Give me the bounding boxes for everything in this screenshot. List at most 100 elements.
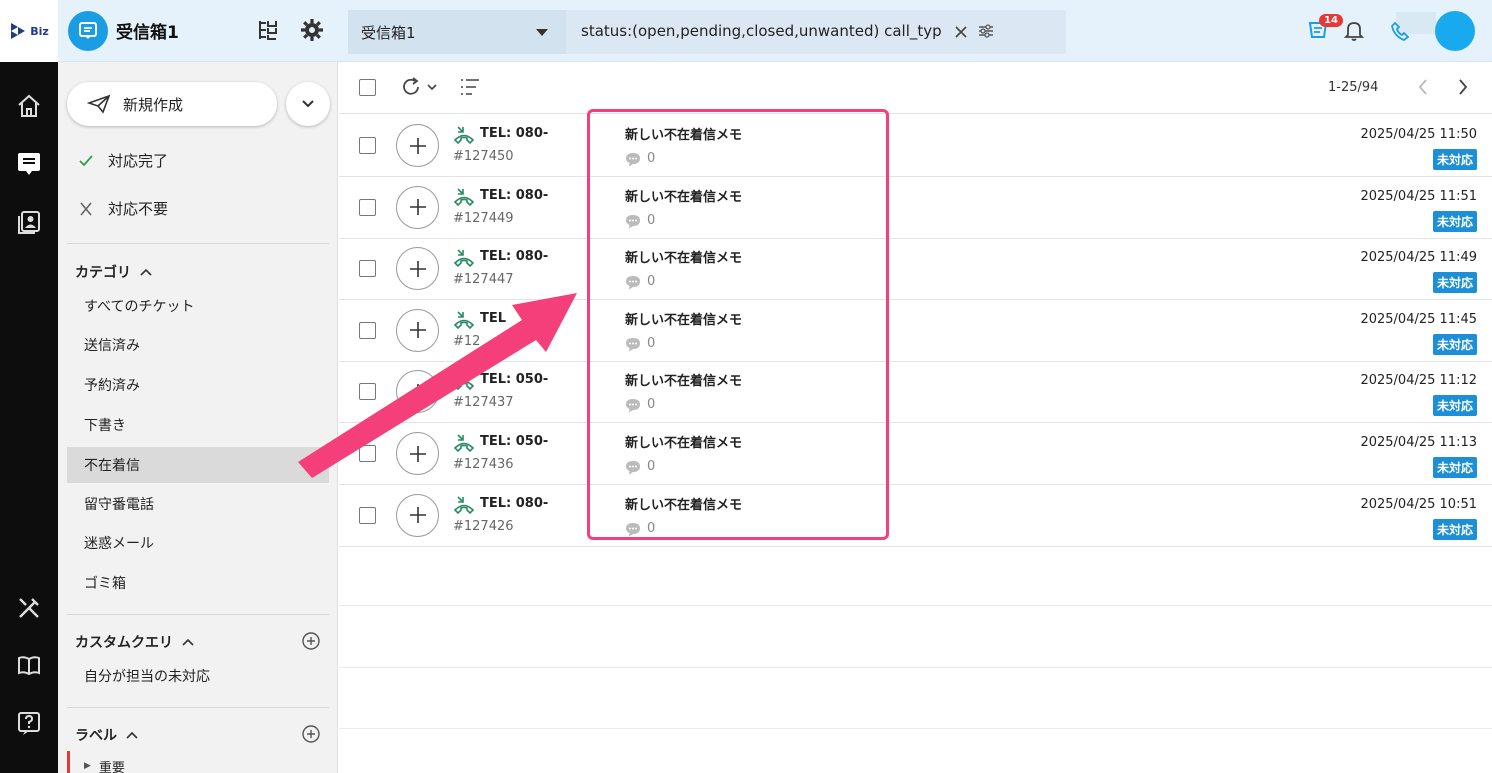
table-row[interactable]: TEL: 080- #127449 新しい不在着信メモ 0 2025/04/25 11:… <box>339 177 1492 239</box>
custom-query-section-toggle[interactable]: カスタムクエリ <box>75 632 195 652</box>
compose-label: 新規作成 <box>123 95 184 114</box>
assign-button[interactable] <box>396 124 439 167</box>
chevron-left-icon <box>1418 79 1427 95</box>
ticket-subject[interactable]: 新しい不在着信メモ <box>625 124 742 143</box>
inbox-select-value: 受信箱1 <box>361 23 416 42</box>
comment-icon <box>626 153 640 167</box>
prev-page-button[interactable] <box>1417 78 1429 100</box>
sidebar-item-trash[interactable]: ゴミ箱 <box>67 565 329 601</box>
ticket-subject[interactable]: 新しい不在着信メモ <box>625 186 742 205</box>
book-icon <box>18 656 40 676</box>
sidebar-item-resolved[interactable]: 対応完了 <box>78 150 168 171</box>
bell-icon <box>1343 22 1365 41</box>
sidebar-item-voicemail[interactable]: 留守番電話 <box>67 486 329 522</box>
plus-icon <box>409 199 426 216</box>
assign-button[interactable] <box>396 247 439 291</box>
missed-call-icon <box>453 434 475 453</box>
settings-button[interactable] <box>298 16 326 44</box>
table-row[interactable]: TEL: 080- #127450 新しい不在着信メモ 0 2025/04/25 11:… <box>339 115 1492 177</box>
sidebar-item-label: 予約済み <box>84 378 140 394</box>
row-checkbox[interactable] <box>359 137 376 154</box>
select-all-checkbox[interactable] <box>359 79 376 96</box>
ticket-subject[interactable]: 新しい不在着信メモ <box>625 494 742 513</box>
help-icon <box>18 712 40 735</box>
compose-button[interactable]: 新規作成 <box>67 82 277 126</box>
label-section-toggle[interactable]: ラベル <box>75 725 139 745</box>
inbox-icon <box>18 153 40 175</box>
ticket-subject[interactable]: 新しい不在着信メモ <box>625 247 742 266</box>
rail-help[interactable] <box>13 707 45 739</box>
ticket-subject[interactable]: 新しい不在着信メモ <box>625 432 742 451</box>
assign-button[interactable] <box>396 185 439 229</box>
search-filter-button[interactable] <box>978 23 994 43</box>
comment-count: 0 <box>647 151 656 166</box>
sort-button[interactable] <box>459 77 481 101</box>
org-chart-button[interactable] <box>254 16 282 44</box>
assign-button[interactable] <box>396 370 439 414</box>
ticket-date: 2025/04/25 11:12 <box>1360 373 1477 389</box>
plus-icon <box>409 445 426 462</box>
next-page-button[interactable] <box>1457 78 1469 100</box>
table-row[interactable]: TEL: 080- #127426 新しい不在着信メモ 0 2025/04/25 10:… <box>339 485 1492 547</box>
sidebar-item-my-unresolved[interactable]: 自分が担当の未対応 <box>67 658 329 694</box>
ticket-subject[interactable]: 新しい不在着信メモ <box>625 370 742 389</box>
status-badge: 未対応 <box>1432 457 1477 478</box>
sidebar-item-missed-calls[interactable]: 不在着信 <box>67 447 329 483</box>
sidebar-item-label: 迷惑メール <box>84 536 154 552</box>
tasks-button[interactable]: 14 <box>1307 14 1343 47</box>
row-checkbox[interactable] <box>359 198 376 216</box>
sidebar-item-unneeded[interactable]: 対応不要 <box>78 198 168 219</box>
row-divider <box>339 667 1492 668</box>
plus-icon <box>409 322 426 339</box>
brand-logo-text: Biz <box>30 24 49 38</box>
chevron-up-icon <box>140 268 152 276</box>
sidebar-item-scheduled[interactable]: 予約済み <box>67 367 329 403</box>
sidebar-divider <box>67 243 329 244</box>
phone-status-button[interactable] <box>1386 18 1414 46</box>
top-bar: 受信箱1 受信箱1 status:(open,pending,closed,un… <box>58 0 1492 62</box>
search-query-input[interactable]: status:(open,pending,closed,unwanted) ca… <box>581 22 941 40</box>
caret-right-icon: ▶ <box>84 761 91 771</box>
table-row[interactable]: TEL #12 新しい不在着信メモ 0 2025/04/25 11:45 未対応 <box>339 300 1492 362</box>
search-bar: 受信箱1 status:(open,pending,closed,unwante… <box>348 10 1066 54</box>
search-clear-button[interactable] <box>954 22 968 44</box>
home-icon <box>18 94 40 117</box>
add-custom-query-icon[interactable] <box>301 631 321 651</box>
rail-manual[interactable] <box>13 649 45 681</box>
assign-button[interactable] <box>396 432 439 475</box>
rail-tools[interactable] <box>13 592 45 624</box>
inbox-select[interactable]: 受信箱1 <box>348 10 566 54</box>
compose-more-button[interactable] <box>286 82 330 126</box>
tree-icon <box>259 21 277 40</box>
missed-call-icon <box>453 188 475 206</box>
sidebar-item-spam[interactable]: 迷惑メール <box>67 525 329 561</box>
assign-button[interactable] <box>396 308 439 352</box>
table-row[interactable]: TEL: 080- #127447 新しい不在着信メモ 0 2025/04/25 11:… <box>339 238 1492 301</box>
row-checkbox[interactable] <box>359 445 376 462</box>
notifications-button[interactable] <box>1340 16 1368 44</box>
assign-button[interactable] <box>396 493 439 537</box>
user-avatar[interactable] <box>1435 11 1475 51</box>
table-row[interactable]: TEL: 050- #127436 新しい不在着信メモ 0 2025/04/25 11:… <box>339 423 1492 485</box>
status-badge: 未対応 <box>1432 210 1477 232</box>
row-divider <box>339 728 1492 729</box>
ticket-caller: TEL: 050- <box>480 372 549 388</box>
sidebar-item-label: 下書き <box>84 418 126 434</box>
sidebar-item-all-tickets[interactable]: すべてのチケット <box>67 288 329 324</box>
sidebar-item-label-important[interactable]: ▶ 重要 <box>67 751 329 773</box>
add-label-icon[interactable] <box>301 724 321 744</box>
brand-logo[interactable]: Biz <box>0 0 58 62</box>
sidebar-item-drafts[interactable]: 下書き <box>67 407 329 443</box>
table-row[interactable]: TEL: 050- #127437 新しい不在着信メモ 0 2025/04/25 11:… <box>339 361 1492 424</box>
rail-inbox[interactable] <box>13 147 45 179</box>
refresh-button[interactable] <box>400 76 438 98</box>
row-checkbox[interactable] <box>359 383 376 401</box>
row-checkbox[interactable] <box>359 506 376 524</box>
sidebar-item-sent[interactable]: 送信済み <box>67 327 329 363</box>
rail-contacts[interactable] <box>13 205 45 237</box>
category-section-toggle[interactable]: カテゴリ <box>75 262 153 282</box>
row-checkbox[interactable] <box>359 321 376 339</box>
ticket-subject[interactable]: 新しい不在着信メモ <box>625 309 742 328</box>
row-checkbox[interactable] <box>359 260 376 278</box>
rail-home[interactable] <box>13 90 45 122</box>
